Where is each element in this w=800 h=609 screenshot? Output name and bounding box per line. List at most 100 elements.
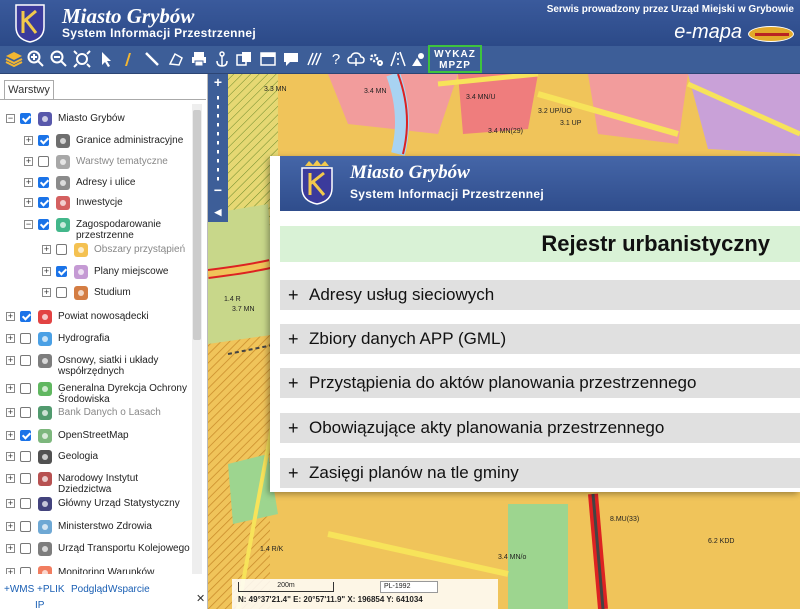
layer-row[interactable]: + Osnowy, siatki i układy współrzędnych (4, 354, 192, 378)
emapa-logo-icon[interactable] (748, 26, 794, 42)
layer-checkbox[interactable] (20, 355, 31, 366)
full-extent-icon[interactable] (72, 50, 92, 70)
cloud-icon[interactable] (346, 50, 366, 70)
anchor-icon[interactable] (212, 50, 232, 70)
layer-row[interactable]: + Granice administracyjne (4, 134, 192, 148)
add-file-link[interactable]: +PLIK (37, 584, 65, 595)
layer-checkbox[interactable] (20, 473, 31, 484)
layer-row[interactable]: + OpenStreetMap (4, 429, 192, 443)
layer-checkbox[interactable] (20, 451, 31, 462)
expand-plus-icon[interactable]: + (288, 368, 299, 398)
expand-toggle-icon[interactable]: + (6, 312, 15, 321)
register-item[interactable]: + Zbiory danych APP (GML) (280, 324, 800, 354)
zoom-plus-icon[interactable]: + (208, 74, 228, 90)
measure-line-icon[interactable] (142, 50, 162, 70)
layer-row[interactable]: + Obszary przystąpień (4, 243, 192, 257)
expand-toggle-icon[interactable]: + (24, 178, 33, 187)
zoom-in-icon[interactable] (26, 50, 46, 70)
print-icon[interactable] (189, 50, 209, 70)
layer-checkbox[interactable] (56, 244, 67, 255)
register-item[interactable]: + Zasięgi planów na tle gminy (280, 458, 800, 488)
expand-plus-icon[interactable]: + (288, 280, 299, 310)
emapa-logo-text[interactable]: e-mapa (674, 21, 742, 44)
layer-row[interactable]: + Narodowy Instytut Dziedzictwa (4, 472, 192, 496)
ip-link[interactable]: IP (35, 600, 44, 609)
layer-row[interactable]: + Warstwy tematyczne (4, 155, 192, 169)
layer-checkbox[interactable] (56, 266, 67, 277)
layer-row[interactable]: − Zagospodarowanie przestrzenne (4, 218, 192, 242)
layer-row[interactable]: + Bank Danych o Lasach (4, 406, 192, 420)
export-icon[interactable] (234, 50, 254, 70)
expand-toggle-icon[interactable]: + (6, 384, 15, 393)
wykaz-mpzp-button[interactable]: WYKAZ MPZP (428, 45, 482, 73)
layer-row[interactable]: + Adresy i ulice (4, 176, 192, 190)
expand-toggle-icon[interactable]: + (6, 431, 15, 440)
layer-row[interactable]: + Powiat nowosądecki (4, 310, 192, 324)
layer-checkbox[interactable] (20, 383, 31, 394)
crs-select[interactable]: PL-1992 (380, 581, 438, 593)
layer-checkbox[interactable] (56, 287, 67, 298)
expand-toggle-icon[interactable]: + (6, 474, 15, 483)
layer-row[interactable]: + Inwestycje (4, 196, 192, 210)
layer-row[interactable]: − Miasto Grybów (4, 112, 192, 126)
comment-icon[interactable] (281, 50, 301, 70)
window-icon[interactable] (258, 50, 278, 70)
layer-checkbox[interactable] (20, 407, 31, 418)
expand-plus-icon[interactable]: + (288, 324, 299, 354)
shapes-icon[interactable] (408, 50, 428, 70)
help-icon[interactable]: ? (326, 50, 346, 70)
layer-row[interactable]: + Monitoring Warunków Glebowych (4, 566, 192, 574)
support-link[interactable]: Wsparcie (108, 584, 150, 595)
measure-area-icon[interactable] (166, 50, 186, 70)
layer-checkbox[interactable] (38, 219, 49, 230)
expand-toggle-icon[interactable]: + (6, 452, 15, 461)
layer-row[interactable]: + Główny Urząd Statystyczny (4, 497, 192, 511)
hatch-icon[interactable] (304, 50, 324, 70)
settings-icon[interactable] (366, 50, 386, 70)
expand-toggle-icon[interactable]: + (6, 522, 15, 531)
expand-toggle-icon[interactable]: + (42, 267, 51, 276)
pointer-icon[interactable] (96, 50, 116, 70)
layer-tree-scrollbar[interactable] (192, 104, 202, 574)
layer-checkbox[interactable] (20, 543, 31, 554)
collapse-panel-icon[interactable]: ◀ (208, 204, 228, 220)
expand-toggle-icon[interactable]: + (24, 198, 33, 207)
layer-checkbox[interactable] (20, 567, 31, 574)
layer-row[interactable]: + Studium (4, 286, 192, 300)
expand-toggle-icon[interactable]: − (24, 220, 33, 229)
expand-toggle-icon[interactable]: + (24, 136, 33, 145)
preview-link[interactable]: Podgląd (71, 584, 108, 595)
layer-checkbox[interactable] (38, 197, 49, 208)
layer-checkbox[interactable] (20, 333, 31, 344)
layer-checkbox[interactable] (38, 177, 49, 188)
zoom-minus-icon[interactable]: − (208, 182, 228, 198)
layer-checkbox[interactable] (38, 135, 49, 146)
layer-checkbox[interactable] (20, 521, 31, 532)
expand-plus-icon[interactable]: + (288, 458, 299, 488)
add-wms-link[interactable]: +WMS (4, 584, 34, 595)
layer-checkbox[interactable] (20, 311, 31, 322)
zoom-slider[interactable] (217, 96, 219, 186)
zoom-out-icon[interactable] (49, 50, 69, 70)
road-icon[interactable] (388, 50, 408, 70)
expand-toggle-icon[interactable]: + (6, 499, 15, 508)
close-panel-icon[interactable]: ✕ (196, 592, 205, 605)
info-icon[interactable] (118, 50, 138, 70)
register-item[interactable]: + Obowiązujące akty planowania przestrzen… (280, 413, 800, 443)
layer-row[interactable]: + Ministerstwo Zdrowia (4, 520, 192, 534)
layer-row[interactable]: + Geologia (4, 450, 192, 464)
expand-toggle-icon[interactable]: + (6, 356, 15, 365)
layer-checkbox[interactable] (20, 430, 31, 441)
layer-row[interactable]: + Hydrografia (4, 332, 192, 346)
expand-toggle-icon[interactable]: + (24, 157, 33, 166)
layers-tool-icon[interactable] (4, 50, 24, 70)
layer-checkbox[interactable] (20, 113, 31, 124)
layer-row[interactable]: + Generalna Dyrekcja Ochrony Środowiska (4, 382, 192, 406)
expand-toggle-icon[interactable]: + (6, 334, 15, 343)
register-item[interactable]: + Adresy usług sieciowych (280, 280, 800, 310)
tab-warstwy[interactable]: Warstwy (4, 80, 54, 100)
expand-toggle-icon[interactable]: + (6, 408, 15, 417)
layer-row[interactable]: + Urząd Transportu Kolejowego (4, 542, 192, 556)
expand-toggle-icon[interactable]: + (6, 544, 15, 553)
layer-row[interactable]: + Plany miejscowe (4, 265, 192, 279)
